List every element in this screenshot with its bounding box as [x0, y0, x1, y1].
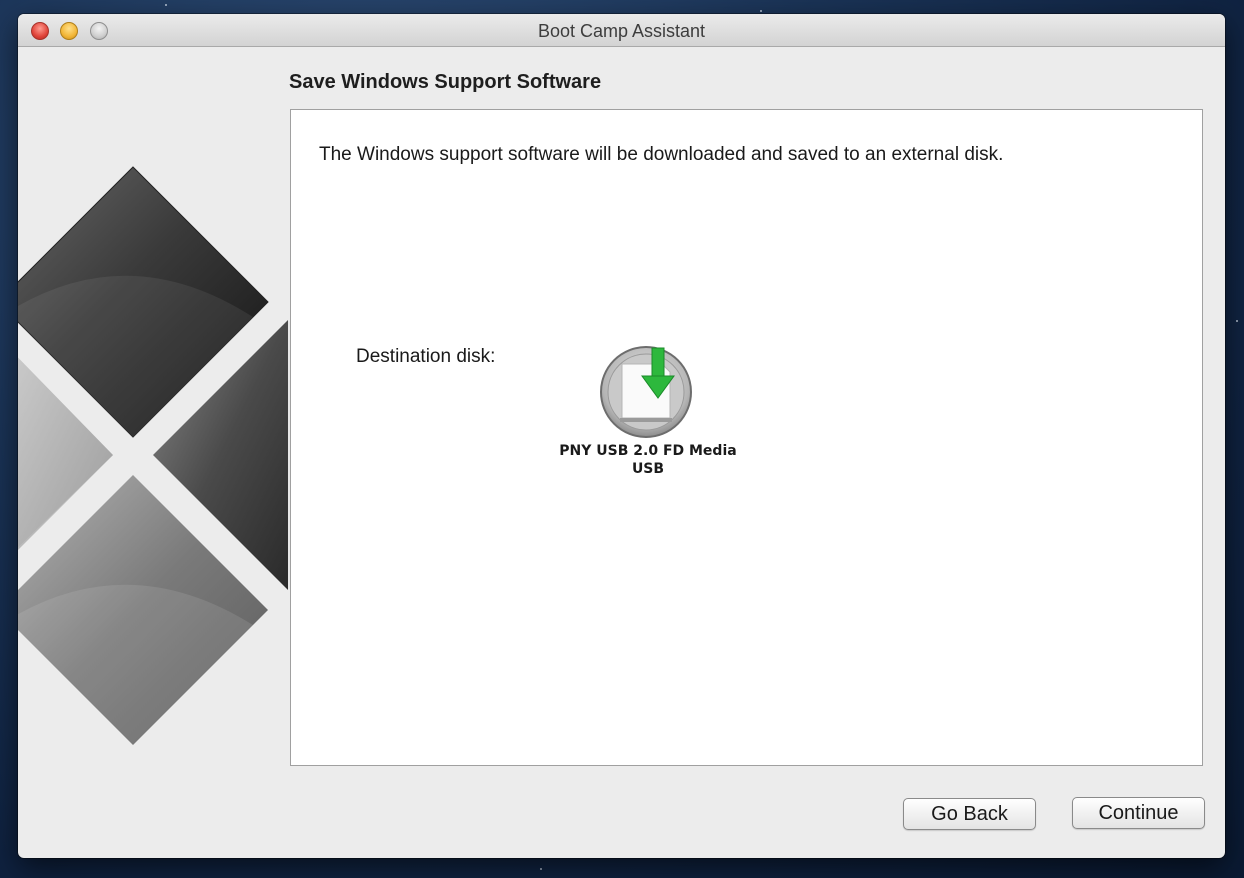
destination-disk-label: Destination disk: — [356, 346, 496, 367]
title-bar[interactable]: Boot Camp Assistant — [18, 14, 1225, 47]
desktop-star — [1236, 320, 1238, 322]
desktop-star — [540, 868, 542, 870]
continue-button[interactable]: Continue — [1072, 797, 1205, 829]
page-title: Save Windows Support Software — [289, 71, 602, 93]
intro-text: The Windows support software will be dow… — [319, 144, 1004, 165]
disk-name: PNY USB 2.0 FD Media USB — [559, 443, 737, 477]
desktop-star — [760, 10, 762, 12]
usb-download-icon — [600, 346, 692, 438]
desktop-star — [165, 4, 167, 6]
window-title: Boot Camp Assistant — [537, 21, 706, 41]
destination-disk-item[interactable]: PNY USB 2.0 FD Media USB — [553, 346, 743, 478]
go-back-button[interactable]: Go Back — [903, 798, 1036, 830]
content-panel: The Windows support software will be dow… — [290, 109, 1203, 766]
boot-camp-window: Boot Camp Assistant Save Windows Support… — [18, 14, 1225, 858]
